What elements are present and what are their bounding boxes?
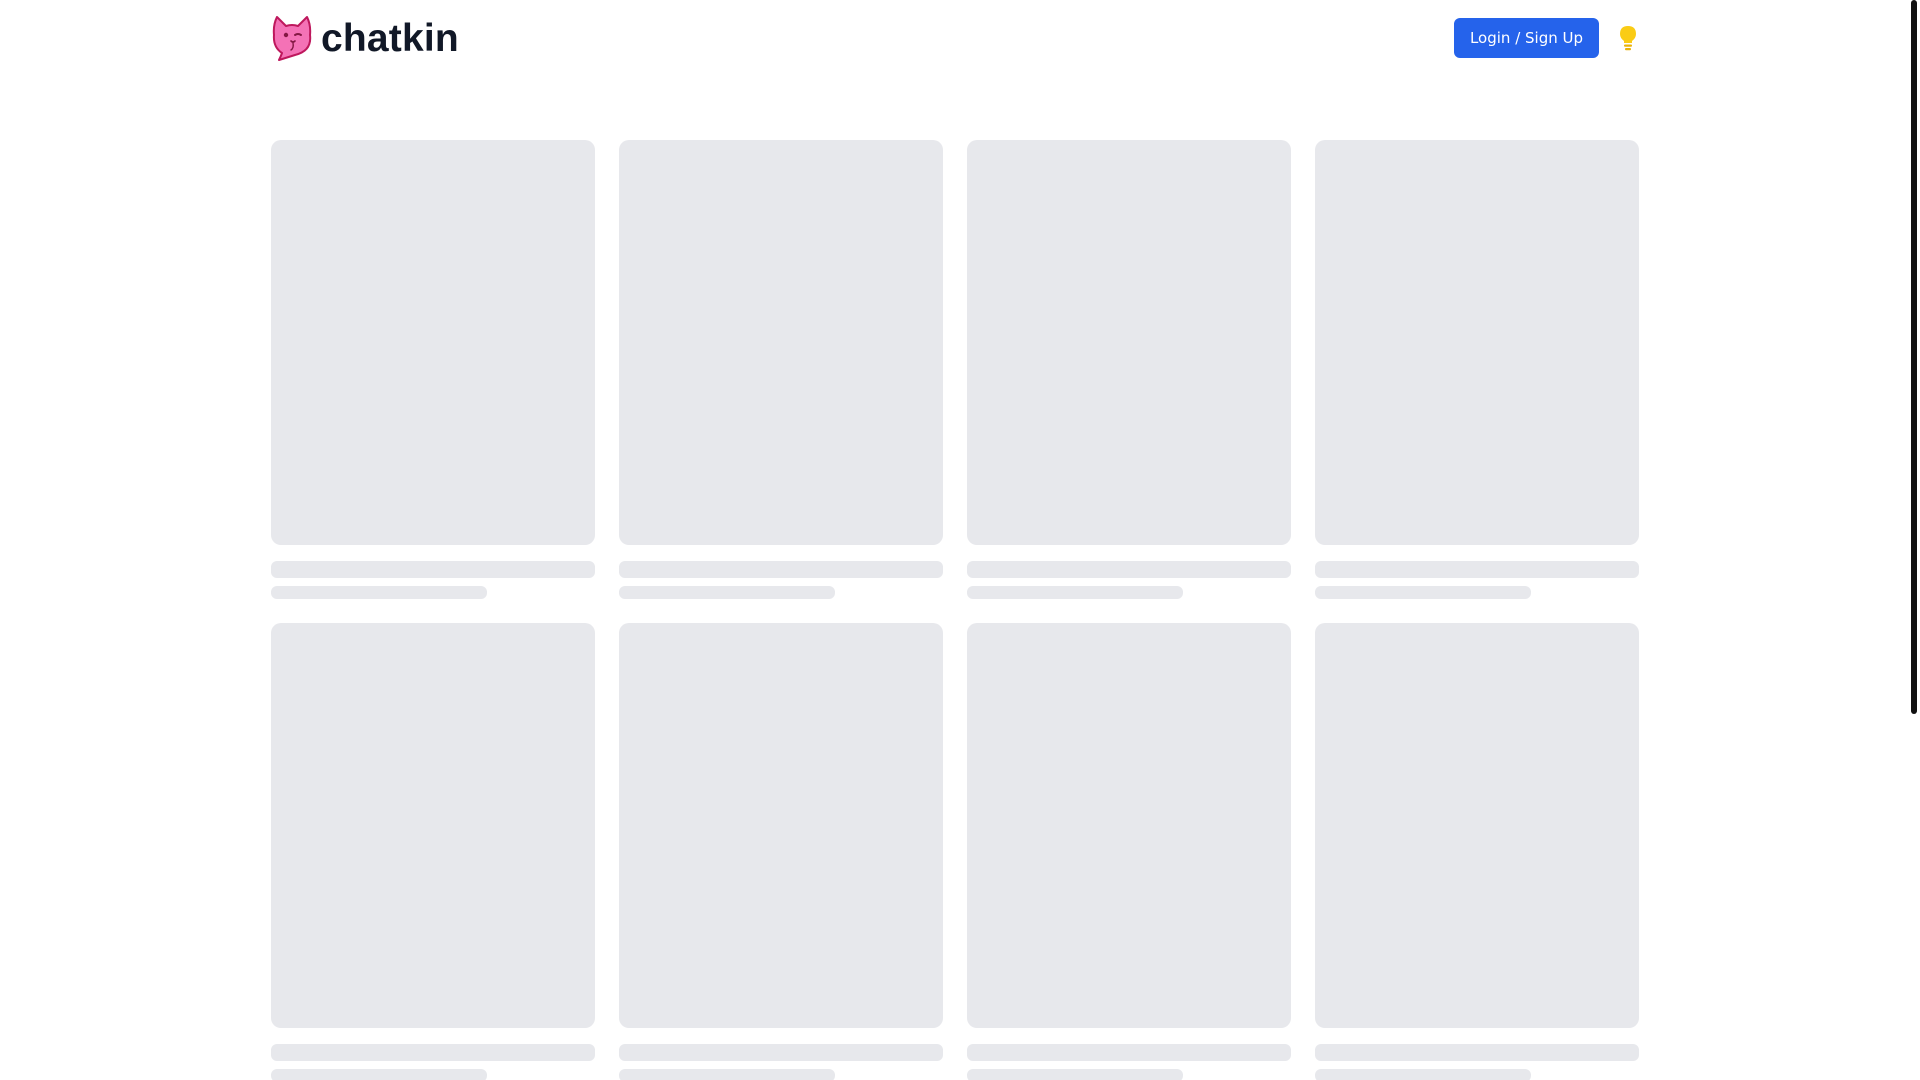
skeleton-image bbox=[619, 623, 943, 1028]
skeleton-card bbox=[271, 623, 595, 1080]
skeleton-subtitle-line bbox=[619, 586, 835, 599]
skeleton-subtitle-line bbox=[967, 586, 1183, 599]
skeleton-subtitle-line bbox=[619, 1069, 835, 1080]
skeleton-title-line bbox=[967, 1044, 1291, 1061]
skeleton-card bbox=[271, 140, 595, 599]
skeleton-image bbox=[967, 623, 1291, 1028]
skeleton-title-line bbox=[967, 561, 1291, 578]
scrollbar-thumb[interactable] bbox=[1911, 0, 1917, 714]
scrollbar-track[interactable] bbox=[1908, 0, 1920, 1080]
skeleton-subtitle-line bbox=[967, 1069, 1183, 1080]
skeleton-subtitle-line bbox=[1315, 586, 1531, 599]
skeleton-title-line bbox=[1315, 561, 1639, 578]
skeleton-card bbox=[619, 623, 943, 1080]
skeleton-card bbox=[619, 140, 943, 599]
cat-speech-bubble-icon bbox=[271, 15, 313, 61]
skeleton-subtitle-line bbox=[271, 1069, 487, 1080]
skeleton-card bbox=[1315, 140, 1639, 599]
skeleton-title-line bbox=[271, 1044, 595, 1061]
skeleton-title-line bbox=[1315, 1044, 1639, 1061]
skeleton-image bbox=[619, 140, 943, 545]
login-signup-button[interactable]: Login / Sign Up bbox=[1453, 18, 1599, 58]
page: chatkin Login / Sign Up bbox=[0, 0, 1920, 1080]
content-grid bbox=[271, 140, 1639, 1080]
skeleton-subtitle-line bbox=[271, 586, 487, 599]
lightbulb-icon[interactable] bbox=[1617, 24, 1639, 52]
skeleton-title-line bbox=[271, 561, 595, 578]
skeleton-card bbox=[1315, 623, 1639, 1080]
skeleton-image bbox=[967, 140, 1291, 545]
skeleton-image bbox=[1315, 623, 1639, 1028]
brand-name: chatkin bbox=[321, 16, 459, 60]
header: chatkin Login / Sign Up bbox=[271, 15, 1639, 61]
skeleton-card bbox=[967, 623, 1291, 1080]
skeleton-title-line bbox=[619, 1044, 943, 1061]
header-actions: Login / Sign Up bbox=[1453, 18, 1639, 58]
skeleton-image bbox=[271, 140, 595, 545]
brand-home-link[interactable]: chatkin bbox=[271, 15, 459, 61]
skeleton-image bbox=[1315, 140, 1639, 545]
skeleton-image bbox=[271, 623, 595, 1028]
skeleton-subtitle-line bbox=[1315, 1069, 1531, 1080]
skeleton-title-line bbox=[619, 561, 943, 578]
skeleton-card bbox=[967, 140, 1291, 599]
